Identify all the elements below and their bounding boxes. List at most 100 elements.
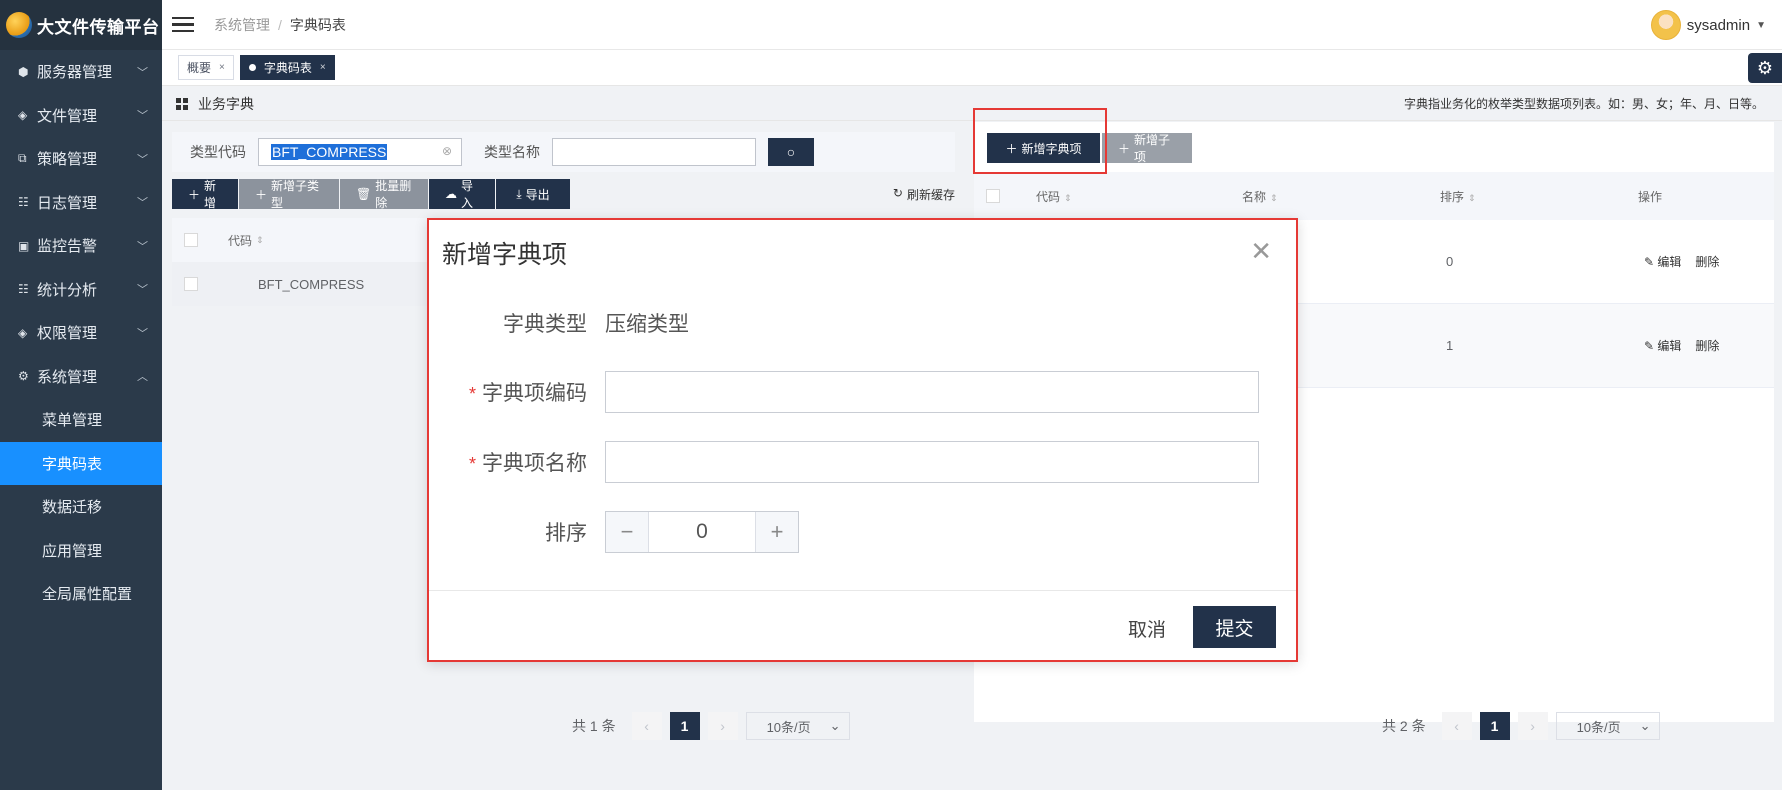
- cancel-button[interactable]: 取消: [1128, 615, 1166, 642]
- refresh-icon: ↻: [892, 185, 903, 200]
- sidebar-subitem-1[interactable]: 字典码表: [0, 441, 162, 485]
- next-page-button[interactable]: ›: [1517, 712, 1548, 740]
- username: sysadmin: [1686, 16, 1751, 34]
- close-icon[interactable]: ×: [219, 62, 225, 73]
- top-header: 系统管理 / 字典码表 sysadmin ▼: [162, 0, 1782, 50]
- export-button[interactable]: ⤓ 导出: [496, 179, 570, 209]
- page-number[interactable]: 1: [669, 712, 700, 740]
- chevron-down-icon: ﹀: [137, 110, 148, 123]
- sidebar-subitem-0[interactable]: 菜单管理: [0, 398, 162, 442]
- chevron-up-icon: ︿: [137, 371, 148, 384]
- sidebar-item-4[interactable]: ▣ 监控告警 ﹀: [0, 224, 162, 268]
- delete-button[interactable]: 删除: [1695, 337, 1719, 354]
- clear-icon[interactable]: ⊗: [442, 144, 452, 158]
- edit-button[interactable]: ✎ 编辑: [1644, 253, 1681, 270]
- delete-button[interactable]: 删除: [1695, 253, 1719, 270]
- sidebar-item-label: 文件管理: [37, 107, 98, 125]
- sidebar-item-label: 服务器管理: [37, 64, 113, 82]
- plus-icon: ＋: [1118, 141, 1131, 156]
- chevron-down-icon: ﹀: [137, 240, 148, 253]
- page-size-select[interactable]: 10条/页 ⌄: [1555, 712, 1660, 740]
- close-icon[interactable]: ×: [320, 62, 326, 73]
- sidebar-item-3[interactable]: ☷ 日志管理 ﹀: [0, 181, 162, 225]
- tab-overview[interactable]: 概要 ×: [178, 55, 234, 80]
- row-checkbox[interactable]: [184, 277, 198, 291]
- sort-icon[interactable]: ⇕: [1270, 193, 1278, 203]
- increment-button[interactable]: +: [756, 512, 798, 552]
- search-icon: ○: [786, 144, 796, 160]
- edit-button[interactable]: ✎ 编辑: [1644, 337, 1681, 354]
- section-header: 业务字典 字典指业务化的枚举类型数据项列表。如：男、女；年、月、日等。: [162, 87, 1782, 121]
- prev-page-button[interactable]: ‹: [1441, 712, 1472, 740]
- sidebar-item-7[interactable]: ⚙ 系统管理 ︿: [0, 355, 162, 399]
- monitor-icon: ▣: [18, 238, 30, 253]
- sidebar-item-1[interactable]: ◈ 文件管理 ﹀: [0, 94, 162, 138]
- sort-icon[interactable]: ⇕: [1468, 193, 1476, 203]
- page-number[interactable]: 1: [1479, 712, 1510, 740]
- refresh-cache-button[interactable]: ↻ 刷新缓存: [893, 186, 955, 203]
- cloud-icon: ☁: [445, 187, 457, 201]
- sidebar-item-label: 统计分析: [37, 281, 98, 299]
- item-code-input[interactable]: [605, 371, 1259, 413]
- app-title: 大文件传输平台: [37, 17, 160, 37]
- sidebar-item-6[interactable]: ◈ 权限管理 ﹀: [0, 311, 162, 355]
- prev-page-button[interactable]: ‹: [631, 712, 662, 740]
- plus-icon: ＋: [1005, 141, 1018, 156]
- field-dict-type: 字典类型 压缩类型: [429, 308, 689, 338]
- sidebar-item-2[interactable]: ⧉ 策略管理 ﹀: [0, 137, 162, 181]
- dict-type-value: 压缩类型: [605, 313, 689, 336]
- tabs-bar: 概要 × 字典码表 × ⚙: [162, 50, 1782, 86]
- sort-icon[interactable]: ⇕: [1064, 193, 1072, 203]
- sidebar-item-label: 日志管理: [37, 194, 98, 212]
- import-button[interactable]: ☁ 导入: [429, 179, 495, 210]
- add-dict-item-button[interactable]: ＋新增字典项: [987, 133, 1100, 163]
- left-toolbar: ＋新增 ＋新增子类型 🗑 批量删除 ☁ 导入 ⤓ 导出 ↻ 刷新缓存: [172, 172, 955, 212]
- select-all-checkbox[interactable]: [986, 189, 1000, 203]
- right-toolbar: ＋新增字典项 ＋新增子项: [974, 122, 1774, 166]
- app-logo: 大文件传输平台: [0, 0, 162, 50]
- settings-icon: ⚙: [18, 369, 29, 384]
- search-button[interactable]: ○: [768, 138, 814, 166]
- next-page-button[interactable]: ›: [707, 712, 738, 740]
- menu-toggle-icon[interactable]: [172, 16, 194, 33]
- breadcrumb: 系统管理 / 字典码表: [214, 16, 346, 33]
- type-code-input[interactable]: BFT_COMPRESS ⊗: [258, 138, 462, 166]
- item-name-input[interactable]: [605, 441, 1259, 483]
- trash-icon: 🗑: [356, 187, 372, 201]
- sort-value[interactable]: 0: [648, 512, 756, 552]
- submit-button[interactable]: 提交: [1193, 606, 1276, 648]
- chart-icon: ☷: [18, 282, 29, 297]
- section-title: 业务字典: [198, 95, 254, 112]
- add-child-type-button[interactable]: ＋新增子类型: [239, 179, 339, 210]
- batch-delete-button[interactable]: 🗑 批量删除: [340, 179, 428, 210]
- breadcrumb-parent[interactable]: 系统管理: [214, 17, 270, 33]
- add-button[interactable]: ＋新增: [172, 179, 238, 210]
- sidebar-subitem-2[interactable]: 数据迁移: [0, 485, 162, 529]
- decrement-button[interactable]: −: [606, 512, 648, 552]
- sort-icon[interactable]: ⇕: [256, 235, 264, 246]
- add-child-item-button[interactable]: ＋新增子项: [1102, 133, 1192, 164]
- page-size-select[interactable]: 10条/页 ⌄: [745, 712, 850, 740]
- chevron-down-icon: ﹀: [137, 284, 148, 297]
- active-dot-icon: [248, 64, 256, 71]
- chevron-down-icon: ﹀: [137, 153, 148, 166]
- logo-icon: [6, 12, 32, 38]
- select-all-checkbox[interactable]: [184, 233, 198, 247]
- type-name-input[interactable]: [552, 138, 756, 166]
- sidebar-subitem-3[interactable]: 应用管理: [0, 529, 162, 573]
- chevron-down-icon: ﹀: [137, 327, 148, 340]
- download-icon: ⤓: [516, 186, 522, 201]
- plus-icon: ＋: [188, 187, 201, 202]
- user-menu[interactable]: sysadmin ▼: [1650, 10, 1766, 40]
- sidebar-item-0[interactable]: ⬢ 服务器管理 ﹀: [0, 50, 162, 94]
- sidebar-subitem-4[interactable]: 全局属性配置: [0, 572, 162, 616]
- sidebar-item-5[interactable]: ☷ 统计分析 ﹀: [0, 268, 162, 312]
- close-icon[interactable]: ✕: [1250, 238, 1272, 264]
- avatar: [1650, 10, 1681, 40]
- chevron-down-icon: ⌄: [1639, 718, 1651, 733]
- tab-dictionary[interactable]: 字典码表 ×: [239, 55, 335, 80]
- log-icon: ☷: [18, 195, 29, 210]
- gear-icon[interactable]: ⚙: [1748, 53, 1782, 83]
- grid-icon: [176, 97, 188, 110]
- add-dict-item-dialog: 新增字典项 ✕ 字典类型 压缩类型 * 字典项编码 * 字典项名称 排序 − 0 +…: [427, 218, 1298, 662]
